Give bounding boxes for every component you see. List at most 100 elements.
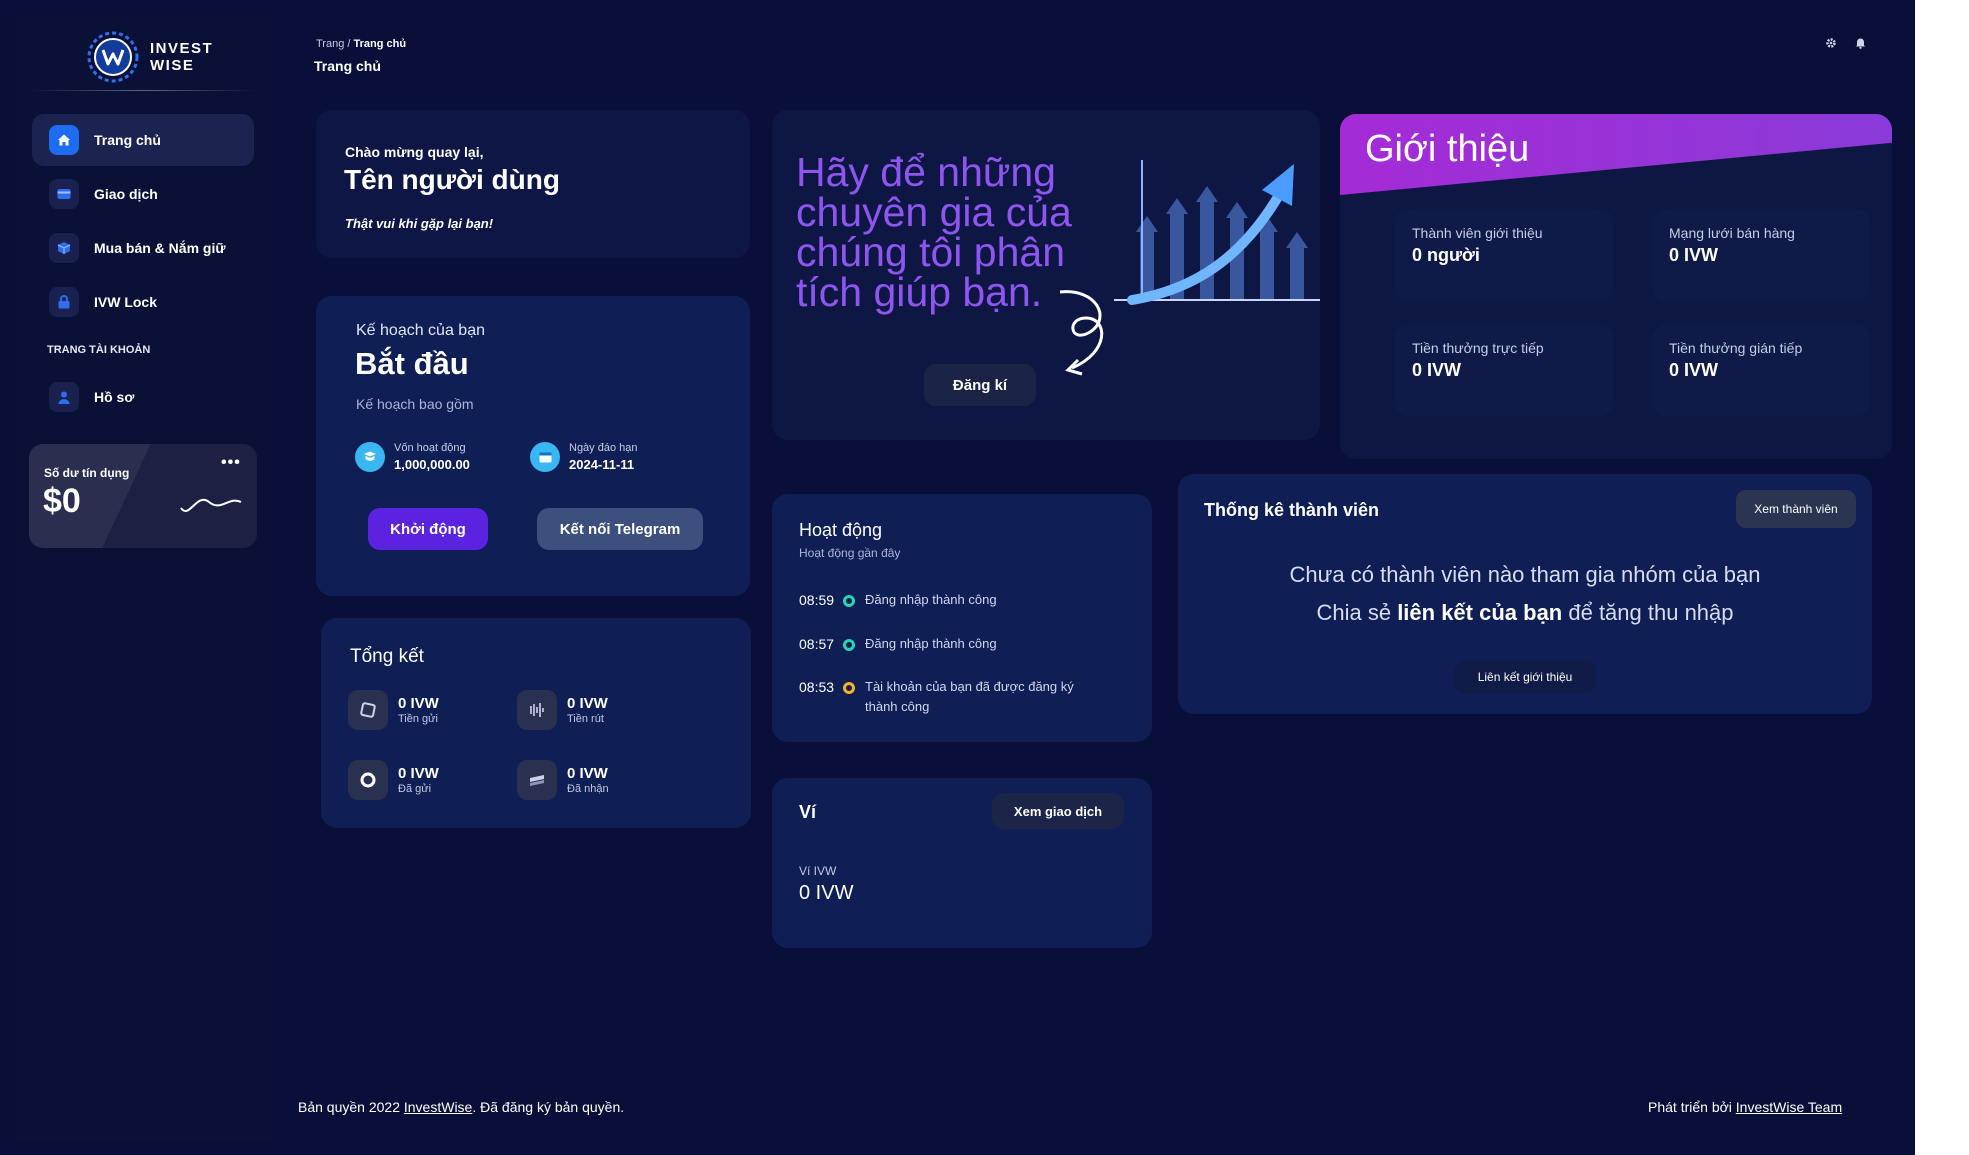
referral-stat-members: Thành viên giới thiệu 0 người	[1395, 209, 1613, 301]
activity-card: Hoạt động Hoạt động gần đây 08:59 Đăng n…	[772, 494, 1152, 742]
footer-copyright: Bản quyền 2022 InvestWise. Đã đăng ký bả…	[298, 1099, 624, 1115]
stat-label: Tiền thưởng trực tiếp	[1412, 340, 1544, 356]
sidebar-item-home[interactable]: Trang chủ	[32, 114, 254, 166]
plan-heading: Kế hoạch của bạn	[356, 322, 485, 339]
plan-due-date: Ngày đáo hạn 2024-11-11	[530, 442, 638, 472]
activity-title: Hoạt động	[799, 520, 883, 540]
breadcrumb-separator: /	[344, 38, 354, 50]
brand-logo[interactable]: INVEST WISE	[84, 28, 213, 86]
user-icon	[49, 382, 79, 412]
referral-stat-network: Mạng lưới bán hàng 0 IVW	[1652, 209, 1870, 301]
stat-label: Thành viên giới thiệu	[1412, 225, 1543, 241]
sidebar-item-transactions[interactable]: Giao dịch	[32, 168, 254, 220]
referral-link-button[interactable]: Liên kết giới thiệu	[1454, 660, 1596, 694]
app-root: INVEST WISE Trang chủ Giao dịch Mua bán …	[0, 0, 1915, 1155]
stat-value: 0 IVW	[1669, 245, 1719, 265]
gear-icon[interactable]	[1824, 36, 1838, 50]
deposit-icon	[348, 690, 388, 730]
credit-balance-value: $0	[43, 482, 81, 520]
bell-icon[interactable]	[1853, 36, 1867, 50]
sidebar-item-label: Hồ sơ	[94, 389, 135, 405]
promo-line: Hãy để những	[796, 149, 1056, 195]
promo-banner: Hãy để những chuyên gia của chúng tôi ph…	[772, 110, 1320, 440]
start-button[interactable]: Khởi động	[368, 508, 488, 550]
summary-sent: 0 IVW Đã gửi	[348, 760, 439, 800]
summary-label: Tiền rút	[567, 713, 604, 725]
due-date-label: Ngày đáo hạn	[569, 442, 638, 454]
calendar-icon	[530, 442, 560, 472]
timeline-dot-icon	[843, 682, 855, 694]
footer-developer: Phát triển bởi InvestWise Team	[1648, 1099, 1842, 1115]
wave-graphic-icon	[180, 498, 242, 512]
user-name: Tên người dùng	[344, 164, 560, 195]
sidebar-item-profile[interactable]: Hồ sơ	[32, 371, 254, 423]
sidebar-item-label: IVW Lock	[94, 294, 158, 310]
activity-item: 08:57 Đăng nhập thành công	[799, 636, 1095, 654]
growth-chart-illustration-icon	[1114, 160, 1320, 305]
sidebar-item-trade-hold[interactable]: Mua bán & Nắm giữ	[32, 222, 254, 274]
sidebar-divider	[30, 90, 256, 91]
brand-line-2: WISE	[150, 57, 195, 74]
summary-value: 0 IVW	[398, 695, 439, 712]
wallet-value: 0 IVW	[799, 882, 854, 904]
investwise-team-link[interactable]: InvestWise Team	[1736, 1099, 1842, 1115]
members-share-message: Chia sẻ liên kết của bạn để tăng thu nhậ…	[1178, 600, 1872, 626]
referral-stat-indirect-bonus: Tiền thưởng gián tiếp 0 IVW	[1652, 324, 1870, 416]
due-date-value: 2024-11-11	[569, 457, 635, 472]
summary-card: Tổng kết 0 IVW Tiền gửi 0 IVW Tiền rút 0 I…	[321, 618, 751, 828]
stat-label: Mạng lưới bán hàng	[1669, 225, 1795, 241]
bars-icon	[517, 690, 557, 730]
plan-capital: Vốn hoạt động 1,000,000.00	[355, 442, 470, 472]
activity-time: 08:59	[799, 592, 835, 608]
breadcrumb-current: Trang chủ	[353, 38, 407, 50]
sidebar: INVEST WISE Trang chủ Giao dịch Mua bán …	[14, 14, 272, 1141]
breadcrumb-root[interactable]: Trang	[316, 38, 344, 50]
summary-label: Đã nhận	[567, 783, 609, 795]
stat-value: 0 IVW	[1412, 360, 1462, 380]
referral-title: Giới thiệu	[1365, 128, 1530, 170]
members-empty-message: Chưa có thành viên nào tham gia nhóm của…	[1289, 562, 1761, 587]
register-button[interactable]: Đăng kí	[924, 364, 1036, 406]
stack-icon	[517, 760, 557, 800]
summary-value: 0 IVW	[567, 765, 608, 782]
promo-line: chúng tôi phân	[796, 229, 1066, 275]
copyright-text: Bản quyền 2022	[298, 1099, 404, 1115]
more-options-icon[interactable]: •••	[221, 454, 241, 472]
summary-label: Đã gửi	[398, 783, 432, 795]
stat-value: 0 IVW	[1669, 360, 1719, 380]
sidebar-item-label: Giao dịch	[94, 186, 158, 202]
summary-value: 0 IVW	[567, 695, 608, 712]
capital-icon	[355, 442, 385, 472]
summary-withdraw: 0 IVW Tiền rút	[517, 690, 608, 730]
ring-icon	[348, 760, 388, 800]
share-text-bold: liên kết của bạn	[1397, 600, 1563, 625]
share-text: để tăng thu nhập	[1562, 600, 1734, 625]
plan-card: Kế hoạch của bạn Bắt đầu Kế hoạch bao gồ…	[316, 296, 750, 596]
activity-item: 08:59 Đăng nhập thành công	[799, 592, 1095, 610]
connect-telegram-button[interactable]: Kết nối Telegram	[537, 508, 703, 550]
activity-time: 08:53	[799, 679, 835, 695]
summary-received: 0 IVW Đã nhận	[517, 760, 609, 800]
plan-includes-label: Kế hoạch bao gồm	[356, 396, 474, 412]
welcome-card: Chào mừng quay lại, Tên người dùng Thật …	[316, 110, 750, 258]
activity-item: 08:53 Tài khoản của bạn đã được đăng ký …	[799, 679, 1095, 717]
promo-line: chuyên gia của	[796, 189, 1072, 235]
member-stats-card: Thống kê thành viên Xem thành viên Chưa …	[1178, 474, 1872, 714]
credit-balance-card: Số dư tín dụng $0 •••	[29, 444, 257, 548]
swirl-arrow-icon	[1059, 290, 1104, 376]
summary-deposit: 0 IVW Tiền gửi	[348, 690, 439, 730]
view-members-button[interactable]: Xem thành viên	[1736, 490, 1856, 528]
credit-balance-label: Số dư tín dụng	[44, 466, 130, 480]
timeline-dot-icon	[843, 595, 855, 607]
invest-wise-logo-icon	[87, 31, 139, 83]
copyright-text: . Đã đăng ký bản quyền.	[472, 1099, 625, 1115]
wallet-card: Ví Xem giao dịch Ví IVW 0 IVW	[772, 778, 1152, 948]
sidebar-item-ivw-lock[interactable]: IVW Lock	[32, 276, 254, 328]
developer-text: Phát triển bởi	[1648, 1099, 1736, 1115]
view-transactions-button[interactable]: Xem giao dịch	[992, 793, 1124, 829]
investwise-link[interactable]: InvestWise	[404, 1099, 472, 1115]
activity-text: Đăng nhập thành công	[865, 592, 997, 607]
activity-text: Đăng nhập thành công	[865, 636, 997, 651]
activity-text: Tài khoản của bạn đã được đăng ký thành …	[865, 679, 1074, 714]
breadcrumb: Trang / Trang chủ	[316, 38, 406, 50]
